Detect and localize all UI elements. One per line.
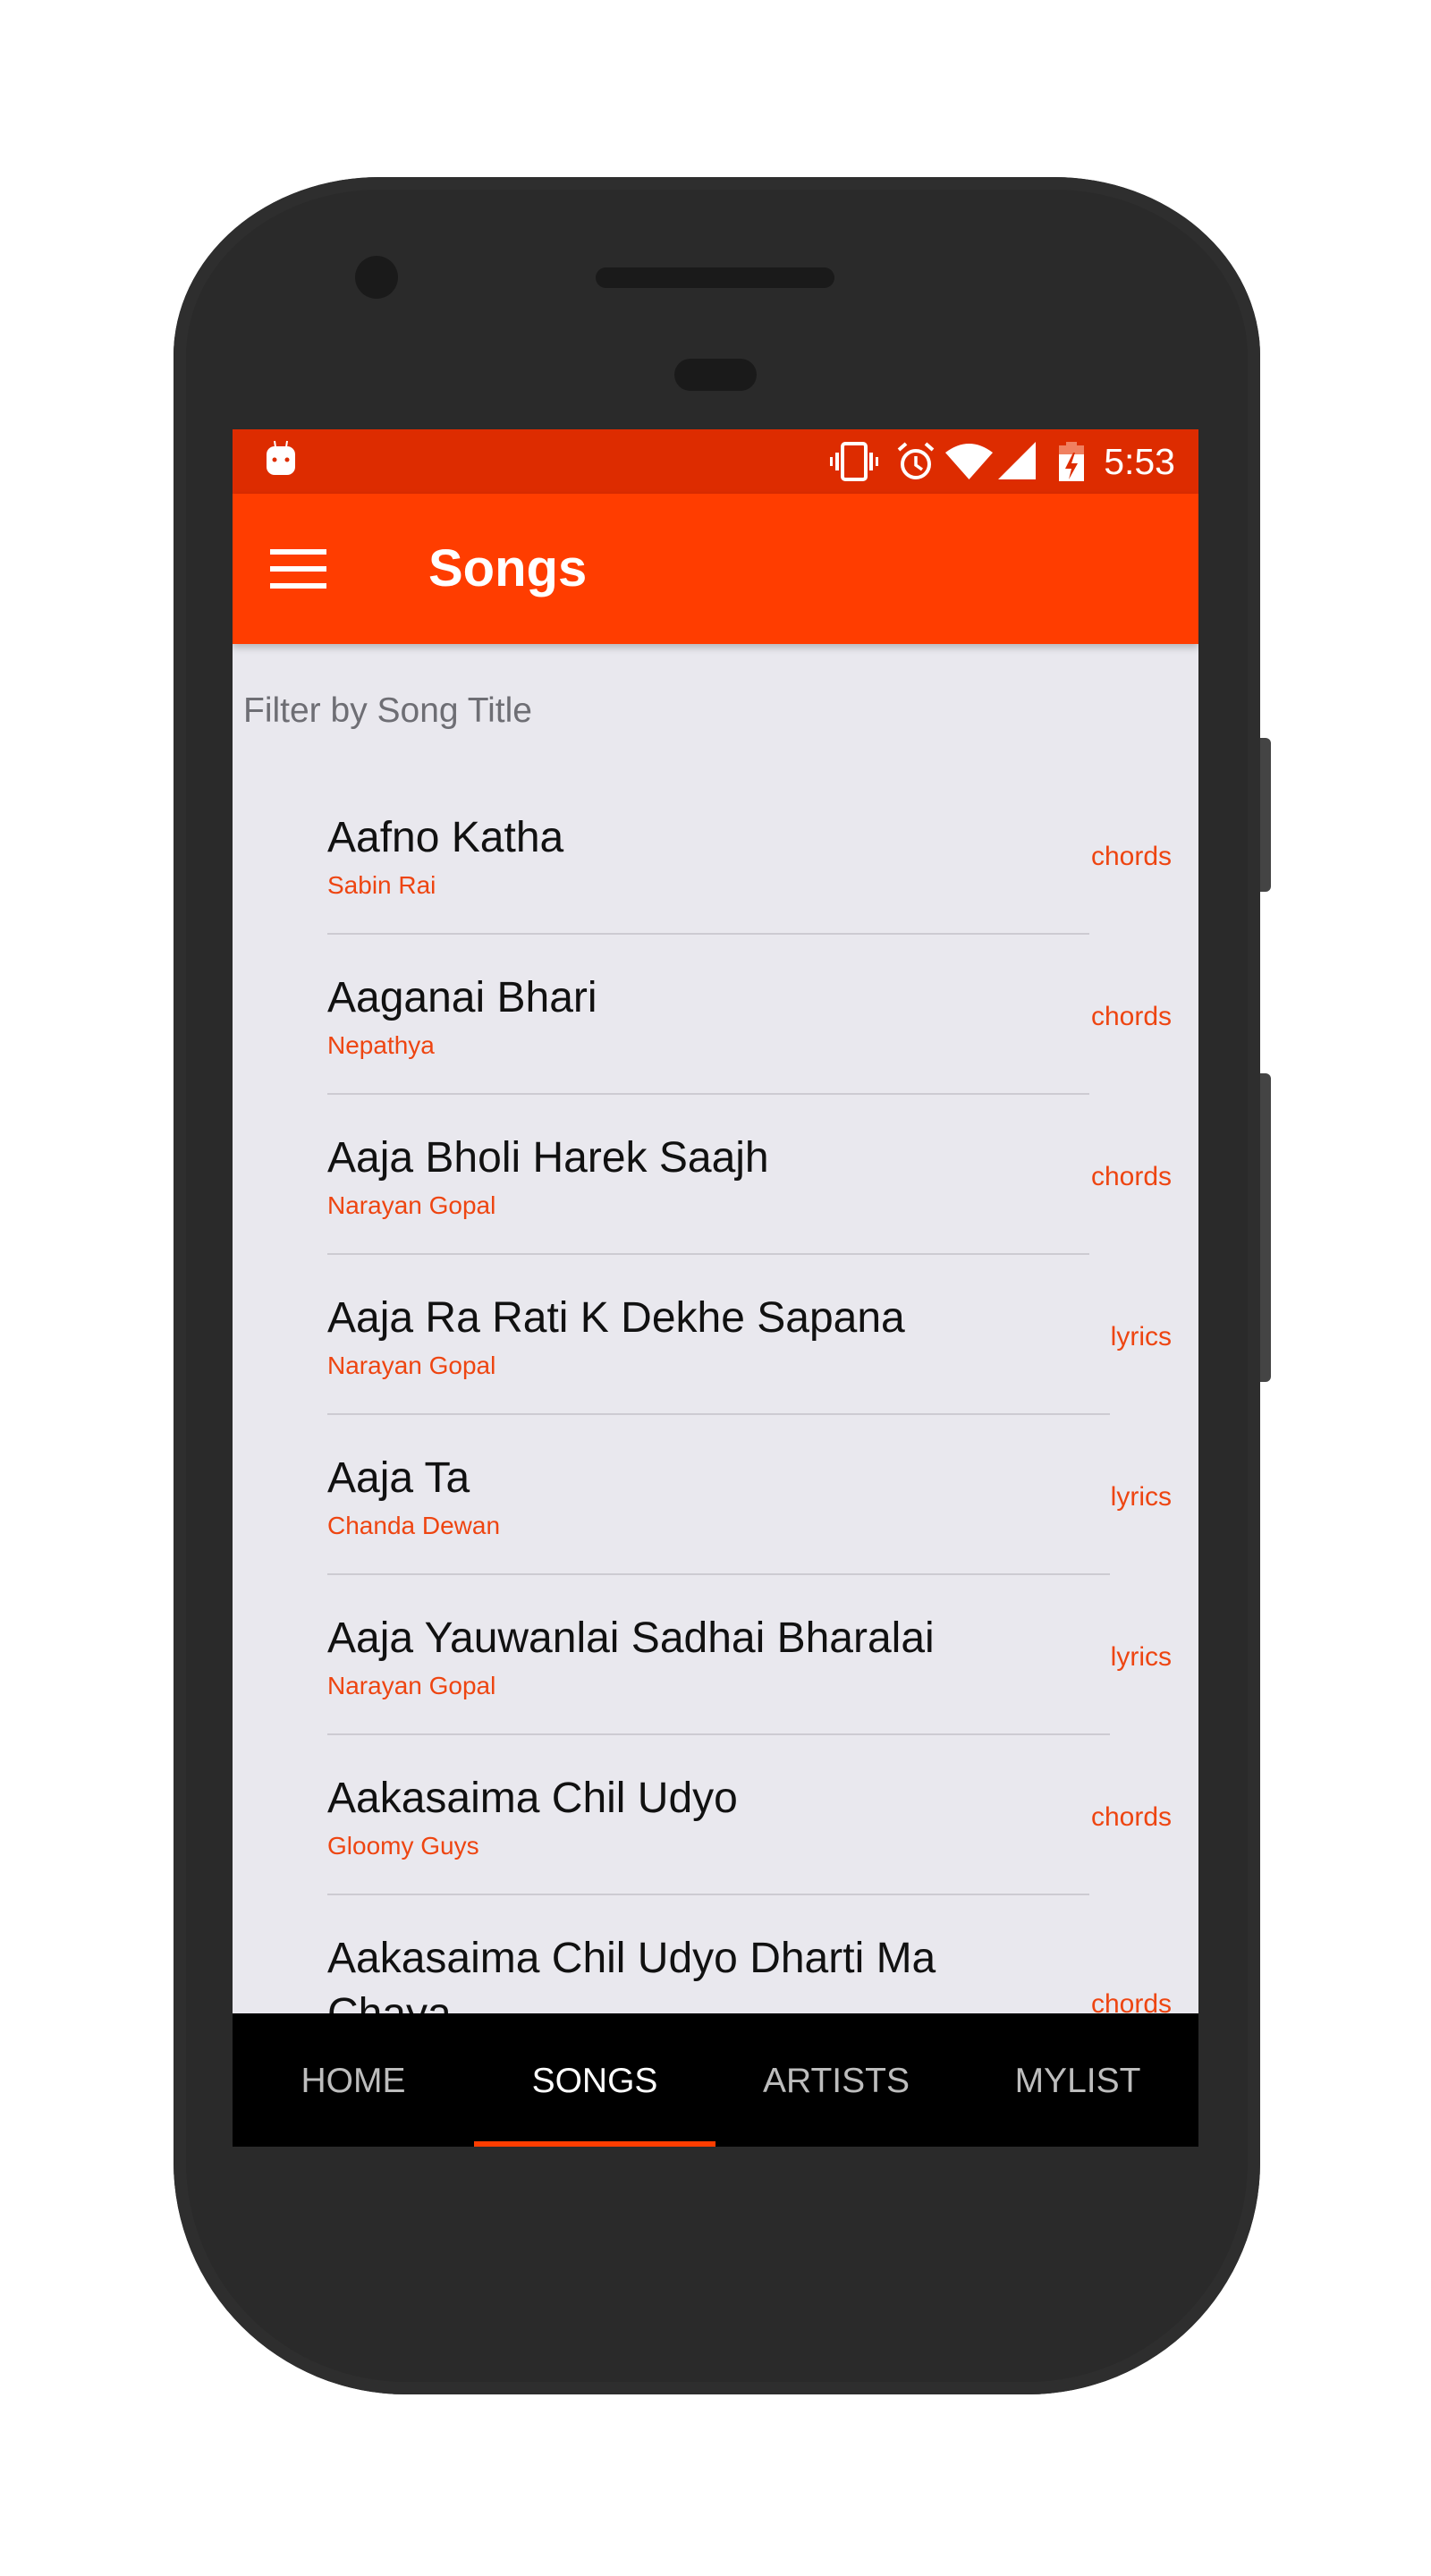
song-title: Aaja Ra Rati K Dekhe Sapana: [327, 1294, 905, 1342]
hamburger-menu-icon[interactable]: [270, 549, 326, 589]
signal-icon: [998, 442, 1036, 479]
power-button: [1260, 738, 1271, 892]
song-type-label[interactable]: lyrics: [1111, 1481, 1172, 1513]
volume-button: [1260, 1073, 1271, 1382]
alarm-icon: [897, 442, 935, 479]
song-artist: Chanda Dewan: [327, 1512, 501, 1539]
song-type-label[interactable]: chords: [1091, 1801, 1172, 1834]
proximity-sensor: [674, 359, 757, 391]
tab-mylist[interactable]: MYLIST: [957, 2013, 1198, 2147]
tab-home[interactable]: HOME: [233, 2013, 474, 2147]
active-tab-indicator: [474, 2141, 716, 2147]
song-artist: Narayan Gopal: [327, 1352, 496, 1379]
song-type-label[interactable]: chords: [1091, 841, 1172, 873]
tab-label: ARTISTS: [763, 2062, 910, 2100]
vibrate-icon: [830, 442, 878, 481]
song-type-label[interactable]: lyrics: [1111, 1321, 1172, 1353]
song-list-item[interactable]: Aaja Ra Rati K Dekhe Sapana Narayan Gopa…: [233, 1255, 1198, 1415]
tab-label: MYLIST: [1014, 2062, 1141, 2100]
earpiece-speaker: [596, 267, 834, 288]
song-list-item[interactable]: Aaganai Bhari Nepathya chords: [233, 935, 1198, 1095]
tab-label: SONGS: [531, 2062, 658, 2100]
app-bar: Songs: [233, 494, 1198, 644]
song-artist: Narayan Gopal: [327, 1672, 496, 1699]
song-title: Aaja Yauwanlai Sadhai Bharalai: [327, 1614, 935, 1662]
song-list-item[interactable]: Aaja Ta Chanda Dewan lyrics: [233, 1415, 1198, 1575]
song-list-item[interactable]: Aaja Bholi Harek Saajh Narayan Gopal cho…: [233, 1095, 1198, 1255]
song-artist: Nepathya: [327, 1031, 435, 1059]
song-type-label[interactable]: chords: [1091, 1001, 1172, 1033]
song-list-item[interactable]: Aakasaima Chil Udyo Gloomy Guys chords: [233, 1735, 1198, 1895]
page-title: Songs: [428, 539, 588, 597]
clock: 5:53: [1104, 441, 1175, 482]
song-artist: Sabin Rai: [327, 871, 436, 899]
song-artist: Gloomy Guys: [327, 1832, 479, 1860]
tab-artists[interactable]: ARTISTS: [716, 2013, 957, 2147]
song-list-item[interactable]: Aaja Yauwanlai Sadhai Bharalai Narayan G…: [233, 1575, 1198, 1735]
wifi-icon: [945, 444, 993, 479]
app-screen: 5:53 Songs Aafno Katha Sabin Rai chords …: [233, 429, 1198, 2147]
android-cupcake-icon: [267, 440, 295, 475]
song-title: Aaganai Bhari: [327, 974, 597, 1021]
tab-label: HOME: [301, 2062, 406, 2100]
song-title-filter-input[interactable]: [243, 680, 1182, 742]
bottom-navigation: HOME SONGS ARTISTS MYLIST: [233, 2013, 1198, 2147]
tab-songs[interactable]: SONGS: [474, 2013, 716, 2147]
song-title: Aaja Ta: [327, 1454, 470, 1502]
song-artist: Narayan Gopal: [327, 1191, 496, 1219]
song-title: Aafno Katha: [327, 814, 564, 861]
song-type-label[interactable]: lyrics: [1111, 1641, 1172, 1674]
status-bar: 5:53: [233, 429, 1198, 494]
song-list-item[interactable]: Aafno Katha Sabin Rai chords: [233, 775, 1198, 935]
song-title: Aakasaima Chil Udyo: [327, 1775, 738, 1822]
battery-charging-icon: [1059, 442, 1084, 481]
song-title: Aaja Bholi Harek Saajh: [327, 1134, 769, 1182]
front-camera: [355, 256, 398, 299]
song-list: Aafno Katha Sabin Rai chords Aaganai Bha…: [233, 775, 1198, 2128]
song-type-label[interactable]: chords: [1091, 1161, 1172, 1193]
